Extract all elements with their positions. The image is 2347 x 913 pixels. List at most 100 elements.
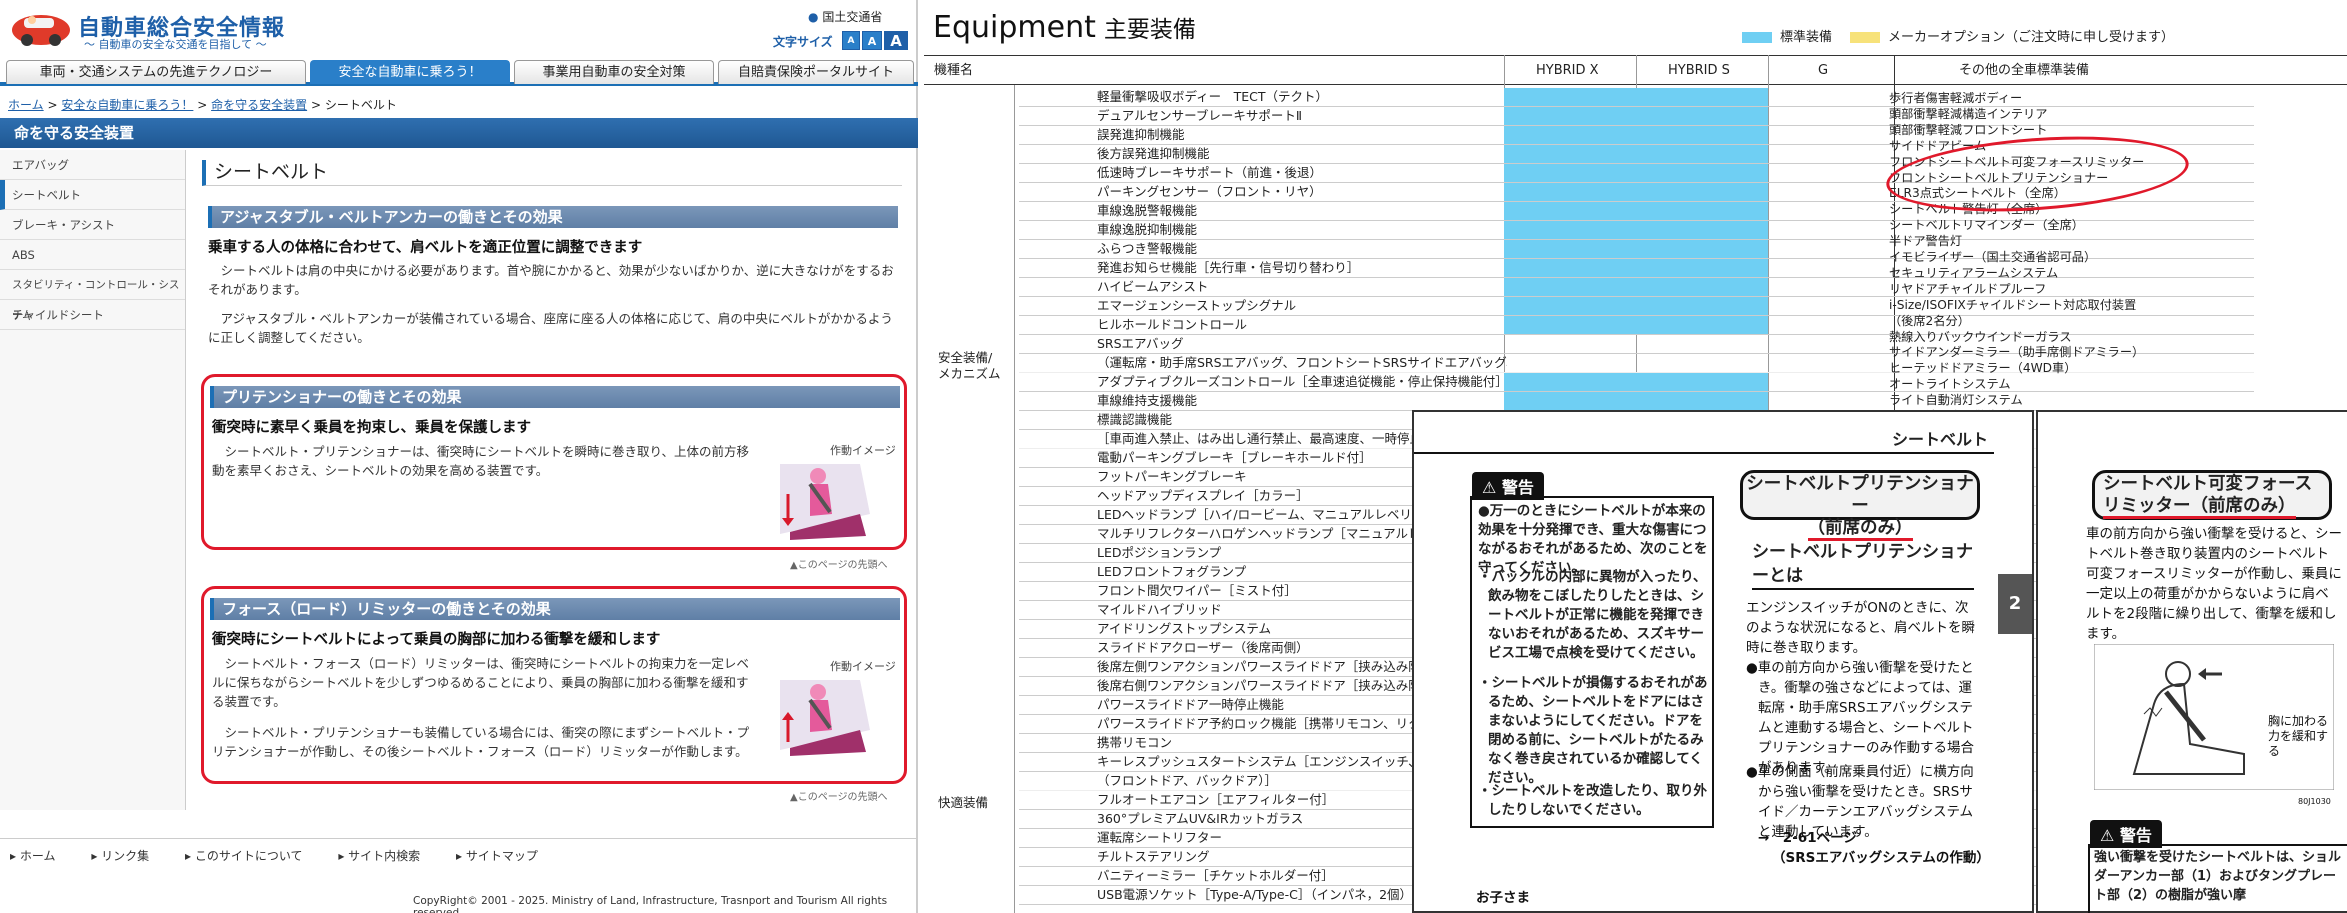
standard-cell (1504, 392, 1636, 410)
standard-cell (1636, 373, 1768, 391)
sidebar-item-airbag[interactable]: エアバッグ (0, 150, 185, 180)
tab-insurance-portal[interactable]: 自賠責保険ポータルサイト (718, 60, 914, 84)
standard-cell (1504, 316, 1636, 334)
other-standard-item: サイドアンダーミラー（助手席側ドアミラー） (1889, 345, 2145, 360)
breadcrumb-sep: > (197, 98, 208, 112)
row-label: 車線逸脱警報機能 (1097, 203, 1198, 218)
breadcrumb-safe-car[interactable]: 安全な自動車に乗ろう！ (61, 98, 193, 112)
bottom-cut-text: お子さま (1476, 890, 1530, 906)
other-standard-item: リヤドアチャイルドプルーフ (1889, 281, 2047, 296)
equipment-title: Equipment 主要装備 (933, 10, 1196, 45)
breadcrumb-home[interactable]: ホーム (8, 98, 44, 112)
lead-adjustable-anchor: 乗車する人の体格に合わせて、肩ベルトを適正位置に調整できます (208, 240, 643, 256)
standard-cell (1636, 126, 1768, 144)
row-label: 車線維持支援機能 (1097, 393, 1198, 408)
pill-line-2: （前席のみ） (1807, 518, 1913, 541)
lead-pretensioner: 衝突時に素早く乗員を拘束し、乗員を保護します (212, 420, 531, 436)
col-divider (1014, 85, 1015, 913)
figure-code: 80J1030 (2298, 797, 2331, 806)
footer-link-sitemap[interactable]: ▸ サイトマップ (456, 849, 554, 863)
row-label: ハイビームアシスト (1097, 279, 1209, 294)
manual-page-force-limiter: シートベルト可変フォース リミッター（前席のみ） 車の前方向から強い衝撃を受けると… (2036, 410, 2347, 913)
font-size-label: 文字サイズ (773, 35, 833, 49)
row-label: アダプティブクルーズコントロール［全車速追従機能・停止保持機能付］ (1097, 374, 1507, 389)
heading-pretensioner: プリテンショナーの働きとその効果 (210, 386, 900, 408)
mlit-web-page: 自動車総合安全情報 ～ 自動車の安全な交通を目指して ～ ● 国土交通省 文字サ… (0, 0, 918, 913)
other-standard-item: 頭部衝撃軽減構造インテリア (1889, 106, 2048, 121)
standard-cell (1636, 240, 1768, 258)
chapter-tab: 2 (1998, 574, 2032, 634)
footer-link-home[interactable]: ▸ ホーム (10, 849, 71, 863)
footer-nav: ▸ ホーム ▸ リンク集 ▸ このサイトについて ▸ サイト内検索 ▸ サイトマ… (10, 847, 570, 864)
equipment-title-en: Equipment (933, 10, 1096, 45)
font-large-button[interactable]: A (884, 31, 908, 50)
pretensioner-para: エンジンスイッチがONのときに、次のような状況になると、肩ベルトを瞬時に巻き取り… (1746, 600, 1975, 656)
force-limiter-para: 車の前方向から強い衝撃を受けると、シートベルト巻き取り装置内のシートベルト可変フ… (2086, 526, 2342, 642)
breadcrumb-sep: > (47, 98, 58, 112)
para-pretensioner: シートベルト・プリテンショナーは、衝突時にシートベルトを瞬時に巻き取り、上体の前… (212, 444, 750, 478)
standard-cell (1504, 126, 1636, 144)
legend-standard-swatch (1742, 32, 1772, 43)
page-reference[interactable]: → 2-61ページ (1758, 828, 1857, 848)
header-g: G (1818, 63, 1829, 78)
standard-cell (1636, 259, 1768, 277)
row-label: エマージェンシーストップシグナル (1097, 298, 1297, 313)
sidebar-item-seatbelt[interactable]: シートベルト (0, 180, 185, 210)
main-nav: 車両・交通システムの先進テクノロジー 安全な自動車に乗ろう！ 事業用自動車の安全… (0, 60, 918, 86)
ministry-name: 国土交通省 (822, 10, 883, 24)
force-limiter-title-pill: シートベルト可変フォース リミッター（前席のみ） (2092, 470, 2332, 520)
footer-link-label: このサイトについて (194, 849, 303, 863)
tab-advanced-tech[interactable]: 車両・交通システムの先進テクノロジー (6, 60, 306, 84)
warning-label: 警告 (2119, 826, 2152, 845)
pill-line-1: シートベルト可変フォース (2103, 474, 2313, 494)
footer-link-links[interactable]: ▸ リンク集 (91, 849, 165, 863)
header-model-name: 機種名 (934, 63, 974, 78)
tab-commercial-safety[interactable]: 事業用自動車の安全対策 (514, 60, 714, 84)
heading-force-limiter: フォース（ロード）リミッターの働きとその効果 (210, 598, 900, 620)
pill-line-1: シートベルトプリテンショナー (1746, 474, 1974, 516)
ministry-logo[interactable]: ● 国土交通省 (808, 8, 882, 25)
sidebar-item-brake-assist[interactable]: ブレーキ・アシスト (0, 210, 185, 240)
table-row: 車線維持支援機能 (1019, 392, 2254, 411)
row-label: デュアルセンサーブレーキサポートⅡ (1097, 108, 1303, 123)
font-medium-button[interactable]: A (862, 31, 882, 50)
footer-link-search[interactable]: ▸ サイト内検索 (338, 849, 436, 863)
warning-line: 強い衝撃を受けたシートベルトは、ショルダーアンカー部（1）およびタングプレート部… (2094, 850, 2342, 903)
row-label: （運転席・助手席SRSエアバッグ、フロントシートSRSサイドエアバッグ、SRSカ… (1097, 355, 1507, 370)
car-logo-icon[interactable] (10, 6, 72, 48)
footer-link-label: リンク集 (101, 849, 150, 863)
row-label: 車線逸脱抑制機能 (1097, 222, 1198, 237)
sidebar-item-child-seat[interactable]: チャイルドシート (0, 300, 185, 330)
header-hybrid-s: HYBRID S (1668, 63, 1730, 78)
standard-cell (1504, 297, 1636, 315)
section-title: 命を守る安全装置 (0, 118, 918, 148)
row-label: SRSエアバッグ (1097, 336, 1184, 351)
sidebar-item-abs[interactable]: ABS (0, 240, 185, 270)
header-other-standard: その他の全車標準装備 (1959, 63, 2090, 78)
other-standard-item: （後席2名分） (1889, 313, 1970, 328)
footer-link-about[interactable]: ▸ このサイトについて (185, 849, 319, 863)
other-standard-item: ヒーテッドドアミラー（4WD車） (1889, 361, 2077, 376)
font-small-button[interactable]: A (842, 31, 860, 50)
standard-cell (1504, 164, 1636, 182)
para-adjustable-1: シートベルトは肩の中央にかける必要があります。首や腕にかかると、効果が少ないばか… (208, 263, 894, 297)
other-standard-item: オートライトシステム (1889, 377, 2011, 392)
pretensioner-title-pill: シートベルトプリテンショナー （前席のみ） (1740, 470, 1980, 541)
warning-line: ●万一のときにシートベルトが本来の効果を十分発揮でき、重大な傷害につながるおそれ… (1478, 503, 1708, 576)
back-to-top-link[interactable]: ▲このページの先頭へ (790, 788, 888, 803)
heading-adjustable-anchor: アジャスタブル・ベルトアンカーの働きとその効果 (208, 206, 898, 228)
other-standard-item: 頭部衝撃軽減フロントシート (1889, 122, 2048, 137)
breadcrumb-safety-devices[interactable]: 命を守る安全装置 (211, 98, 307, 112)
standard-cell (1504, 221, 1636, 239)
sidebar-item-stability[interactable]: スタビリティ・コントロール・システム (0, 270, 185, 321)
row-label: 誤発進抑制機能 (1097, 127, 1185, 142)
tab-safe-car[interactable]: 安全な自動車に乗ろう！ (310, 60, 510, 84)
back-to-top-link[interactable]: ▲このページの先頭へ (790, 556, 888, 571)
other-standard-item: 半ドア警告灯 (1889, 234, 1963, 249)
standard-cell (1504, 202, 1636, 220)
row-label: 低速時ブレーキサポート（前進・後退） (1097, 165, 1323, 180)
footer-link-label: ホーム (19, 849, 56, 863)
row-label: 軽量衝撃吸収ボディー TECT（テクト） (1097, 89, 1329, 104)
standard-cell (1636, 164, 1768, 182)
pill-line-2: リミッター（前席のみ） (2103, 496, 2296, 519)
